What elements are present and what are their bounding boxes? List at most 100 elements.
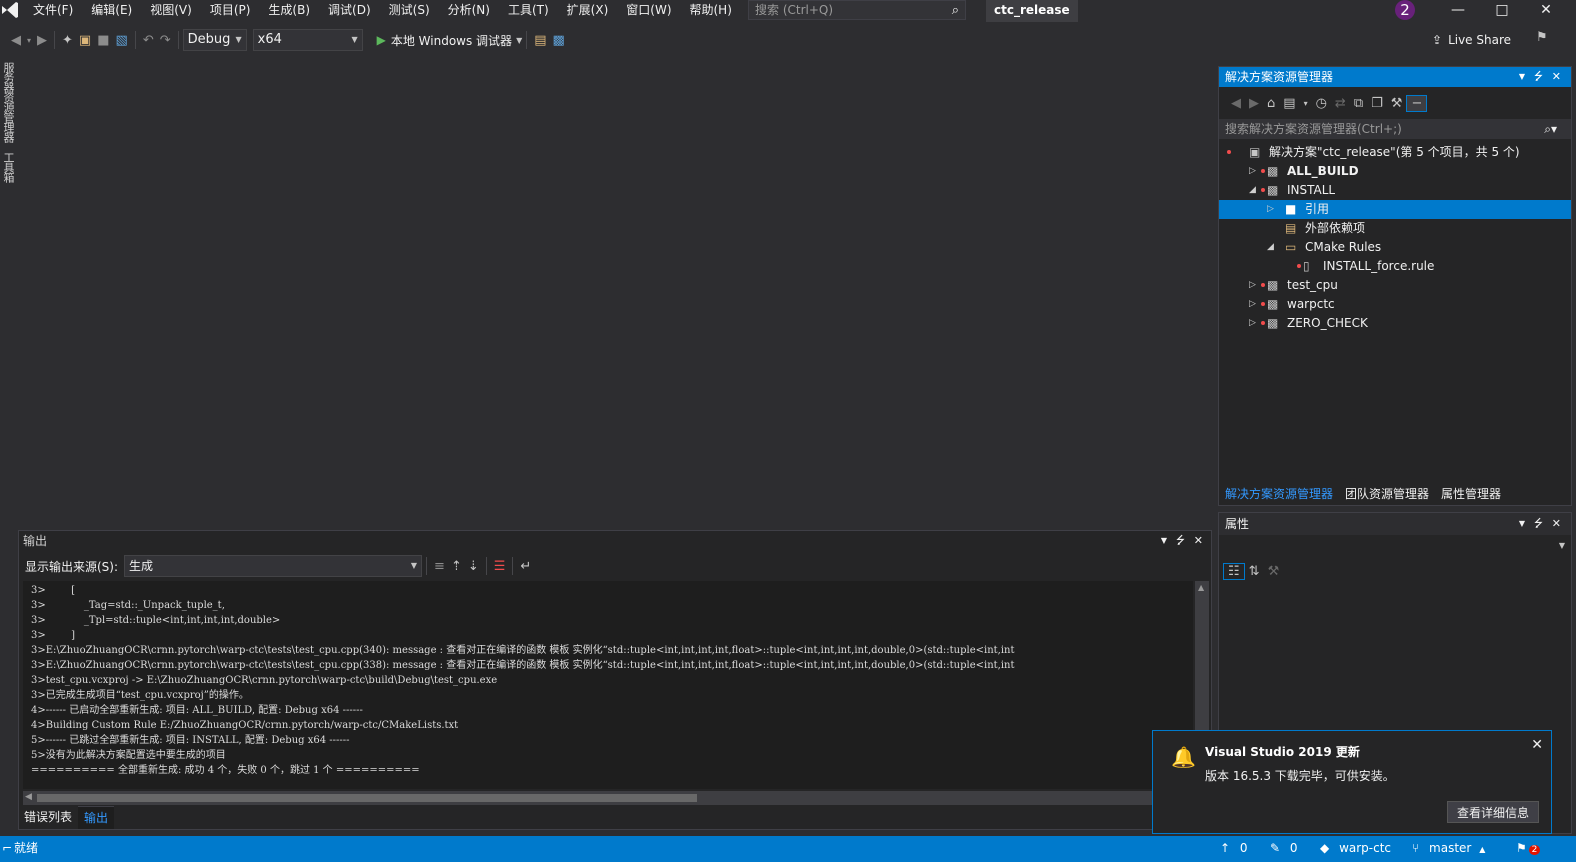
collapsed-arrow-icon[interactable]: ▷ <box>1249 314 1256 333</box>
menu-item-9[interactable]: 扩展(X) <box>558 0 618 20</box>
sync-icon[interactable]: ⇄ <box>1331 96 1350 111</box>
browser-link-icon[interactable]: ▤ <box>531 33 549 48</box>
diagnostics-icon[interactable]: ▩ <box>550 33 568 48</box>
collapsed-arrow-icon[interactable]: ▷ <box>1249 162 1256 181</box>
back-icon[interactable]: ◀ <box>1227 96 1245 111</box>
open-folder-icon[interactable]: ▣ <box>76 33 94 48</box>
chevron-down-icon[interactable]: ▼ <box>1519 513 1525 535</box>
output-source-select[interactable]: 生成 ▼ <box>124 555 423 577</box>
pin-icon[interactable]: ⭍ <box>1534 67 1543 87</box>
close-icon[interactable]: ✕ <box>1552 513 1561 535</box>
switch-views-icon[interactable]: ▤ <box>1279 96 1299 111</box>
close-icon[interactable]: ✕ <box>1531 737 1543 753</box>
start-debugger-button[interactable]: ▶ 本地 Windows 调试器 ▼ <box>371 32 523 49</box>
tree-item[interactable]: ▯ INSTALL_force.rule <box>1219 257 1571 276</box>
properties-wrench-icon[interactable]: ⚒ <box>1387 96 1407 111</box>
scrollbar-thumb[interactable] <box>37 794 697 802</box>
close-icon[interactable]: ✕ <box>1552 67 1561 87</box>
back-icon[interactable]: ◀ <box>8 33 24 48</box>
forward-icon[interactable]: ▶ <box>1245 96 1263 111</box>
tab-property-manager[interactable]: 属性管理器 <box>1435 483 1507 505</box>
categorized-icon[interactable]: ☷ <box>1223 562 1245 580</box>
feedback-icon[interactable]: ⚑ <box>1536 30 1548 45</box>
tree-item[interactable]: ▷ ▩ ALL_BUILD <box>1219 162 1571 181</box>
word-wrap-icon[interactable]: ↵ <box>517 559 534 574</box>
menu-item-7[interactable]: 分析(N) <box>439 0 499 20</box>
search-icon[interactable]: ⌕ <box>952 2 959 20</box>
save-all-icon[interactable]: ▧ <box>113 33 131 48</box>
menu-item-4[interactable]: 生成(B) <box>259 0 319 20</box>
notifications-button[interactable]: ⚑ 2 <box>1516 836 1541 862</box>
chevron-down-icon[interactable]: ▼ <box>1161 531 1167 551</box>
maximize-button[interactable]: □ <box>1482 0 1522 20</box>
output-horizontal-scrollbar[interactable]: ◀ <box>23 791 1193 805</box>
search-input[interactable]: 搜索 (Ctrl+Q) ⌕ <box>748 0 966 20</box>
go-to-message-icon[interactable]: ≡ <box>431 559 448 574</box>
notification-badge[interactable]: 2 <box>1395 0 1415 20</box>
expanded-arrow-icon[interactable]: ◢ <box>1267 238 1274 257</box>
tab-solution-explorer[interactable]: 解决方案资源管理器 <box>1219 483 1339 505</box>
menu-item-10[interactable]: 窗口(W) <box>617 0 680 20</box>
redo-icon[interactable]: ↷ <box>157 33 174 48</box>
menu-item-6[interactable]: 测试(S) <box>380 0 439 20</box>
live-share-button[interactable]: ⇪ Live Share <box>1432 30 1511 50</box>
collapsed-arrow-icon[interactable]: ▷ <box>1249 295 1256 314</box>
platform-select[interactable]: x64 ▼ <box>252 29 363 51</box>
dropdown-arrow-icon[interactable]: ▾ <box>24 36 34 45</box>
pin-icon[interactable]: ⭍ <box>1534 513 1543 535</box>
server-explorer-tab[interactable]: 服务器资源管理器 <box>0 62 16 142</box>
collapse-all-icon[interactable]: ⧉ <box>1350 96 1367 111</box>
repository-picker[interactable]: ◆ warp-ctc <box>1320 836 1391 860</box>
toolbox-tab[interactable]: 工具箱 <box>0 152 16 182</box>
menu-item-1[interactable]: 编辑(E) <box>82 0 141 20</box>
scroll-up-icon[interactable]: ▲ <box>1198 583 1204 592</box>
alphabetical-icon[interactable]: ⇅ <box>1245 564 1264 579</box>
configuration-select[interactable]: Debug ▼ <box>182 29 247 51</box>
collapsed-arrow-icon[interactable]: ▷ <box>1249 276 1256 295</box>
close-icon[interactable]: ✕ <box>1194 531 1203 551</box>
tree-item[interactable]: ▷ ▩ ZERO_CHECK <box>1219 314 1571 333</box>
clear-all-icon[interactable]: ☰ <box>491 559 509 574</box>
pin-icon[interactable]: ⭍ <box>1176 531 1185 551</box>
search-icon[interactable]: ⌕▾ <box>1544 119 1557 139</box>
tree-item[interactable]: ◢ ▩ INSTALL <box>1219 181 1571 200</box>
unpushed-commits[interactable]: ↑ 0 <box>1220 836 1248 860</box>
menu-item-8[interactable]: 工具(T) <box>499 0 558 20</box>
minimize-button[interactable]: — <box>1438 0 1478 20</box>
home-icon[interactable]: ⌂ <box>1263 96 1279 111</box>
tree-item[interactable]: ▷ ▩ warpctc <box>1219 295 1571 314</box>
collapsed-arrow-icon[interactable]: ▷ <box>1267 200 1274 219</box>
menu-item-2[interactable]: 视图(V) <box>141 0 201 20</box>
chevron-down-icon[interactable]: ▾ <box>1300 99 1312 108</box>
next-message-icon[interactable]: ⇣ <box>465 559 482 574</box>
pending-changes[interactable]: ✎ 0 <box>1270 836 1298 860</box>
solution-search-input[interactable]: 搜索解决方案资源管理器(Ctrl+;) ⌕▾ <box>1219 119 1571 139</box>
tab-error-list[interactable]: 错误列表 <box>18 806 78 828</box>
menu-item-5[interactable]: 调试(D) <box>319 0 380 20</box>
view-details-button[interactable]: 查看详细信息 <box>1446 801 1539 823</box>
output-text[interactable]: 3> [3> _Tag=std::_Unpack_tuple_t, 3> _Tpl… <box>23 581 1193 789</box>
forward-icon[interactable]: ▶ <box>34 33 50 48</box>
tree-item[interactable]: ▤ 外部依赖项 <box>1219 219 1571 238</box>
properties-object-select[interactable]: ▼ <box>1219 537 1571 557</box>
menu-item-3[interactable]: 项目(P) <box>201 0 260 20</box>
undo-icon[interactable]: ↶ <box>140 33 157 48</box>
preview-icon[interactable]: − <box>1406 94 1428 112</box>
close-button[interactable]: ✕ <box>1526 0 1566 20</box>
previous-message-icon[interactable]: ⇡ <box>448 559 465 574</box>
tab-output[interactable]: 输出 <box>78 805 115 829</box>
tree-item[interactable]: ▷ ▩ test_cpu <box>1219 276 1571 295</box>
save-icon[interactable]: ■ <box>94 33 112 48</box>
chevron-down-icon[interactable]: ▼ <box>1519 67 1525 87</box>
scroll-left-icon[interactable]: ◀ <box>25 792 32 802</box>
pending-changes-icon[interactable]: ◷ <box>1312 96 1331 111</box>
tree-item[interactable]: ▷ ■ 引用 <box>1219 200 1571 219</box>
branch-picker[interactable]: ⑂ master ▲ <box>1412 836 1485 862</box>
tree-item[interactable]: ▣ 解决方案"ctc_release"(第 5 个项目，共 5 个) <box>1219 143 1571 162</box>
tree-item[interactable]: ◢ ▭ CMake Rules <box>1219 238 1571 257</box>
tab-team-explorer[interactable]: 团队资源管理器 <box>1339 483 1435 505</box>
property-pages-icon[interactable]: ⚒ <box>1264 564 1284 579</box>
menu-item-0[interactable]: 文件(F) <box>24 0 82 20</box>
show-all-files-icon[interactable]: ❐ <box>1367 96 1387 111</box>
menu-item-11[interactable]: 帮助(H) <box>681 0 741 20</box>
